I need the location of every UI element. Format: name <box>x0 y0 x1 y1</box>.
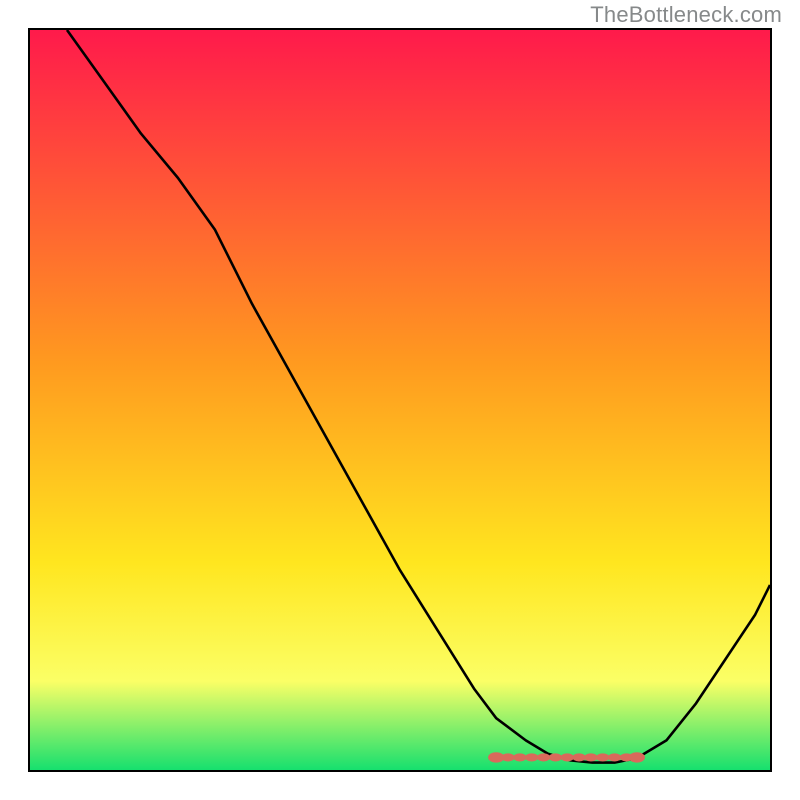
chart-optimal-band <box>30 30 770 770</box>
watermark-text: TheBottleneck.com <box>590 2 782 28</box>
chart-plot-area <box>28 28 772 772</box>
